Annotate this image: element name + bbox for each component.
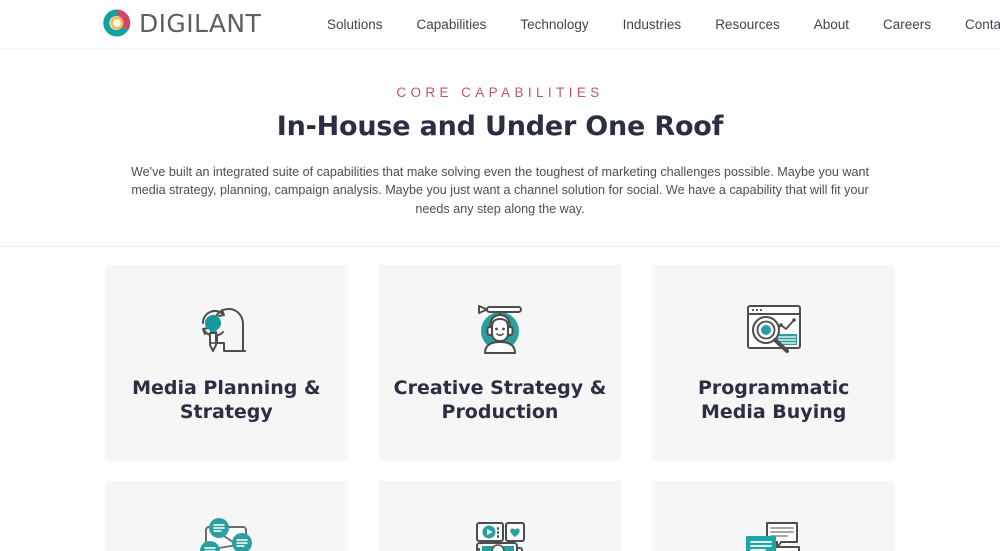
nav-item-technology[interactable]: Technology [503,0,605,49]
capability-card-creative-strategy[interactable]: Creative Strategy & Production [378,265,622,462]
nav-item-contact[interactable]: Contact [948,0,1000,49]
capability-card-media-planning[interactable]: Media Planning & Strategy [105,265,348,462]
capability-card-title: Media Planning & Strategy [132,377,321,424]
capability-card-four[interactable] [105,481,348,551]
social-video-profile-icon [463,514,537,551]
speech-bubbles-icon [737,514,811,551]
section-eyebrow: CORE CAPABILITIES [396,85,604,100]
capabilities-grid: Media Planning & Strategy Creative Strat… [105,265,895,551]
nav-item-capabilities[interactable]: Capabilities [400,0,504,49]
monitor-network-bubbles-icon [189,514,263,551]
nav-item-about[interactable]: About [797,0,866,49]
site-header: DIGILANT Solutions Capabilities Technolo… [0,0,1000,49]
brand-logo-link[interactable]: DIGILANT [102,8,261,38]
capability-card-title: Programmatic Media Buying [697,377,850,424]
nav-item-industries[interactable]: Industries [606,0,699,49]
browser-target-chart-icon [737,298,811,360]
hero-paragraph: We've built an integrated suite of capab… [131,165,869,216]
hero-section: CORE CAPABILITIES In-House and Under One… [0,49,1000,248]
capability-card-programmatic-media[interactable]: Programmatic Media Buying [652,265,895,462]
head-lightbulb-pencil-icon [189,298,263,360]
nav-item-resources[interactable]: Resources [698,0,797,49]
digilant-donut-logo-icon [102,8,132,38]
page-title: In-House and Under One Roof [276,111,724,142]
page-root: DIGILANT Solutions Capabilities Technolo… [0,0,1000,551]
person-headset-microphone-icon [463,298,537,360]
capabilities-section: Media Planning & Strategy Creative Strat… [0,247,1000,551]
capability-card-six[interactable] [652,481,895,551]
nav-item-solutions[interactable]: Solutions [310,0,400,49]
brand-wordmark: DIGILANT [139,8,262,38]
capability-card-title: Creative Strategy & Production [393,377,607,424]
nav-item-careers[interactable]: Careers [866,0,948,49]
capability-card-five[interactable] [378,481,622,551]
main-navigation: Solutions Capabilities Technology Indust… [310,0,1000,49]
